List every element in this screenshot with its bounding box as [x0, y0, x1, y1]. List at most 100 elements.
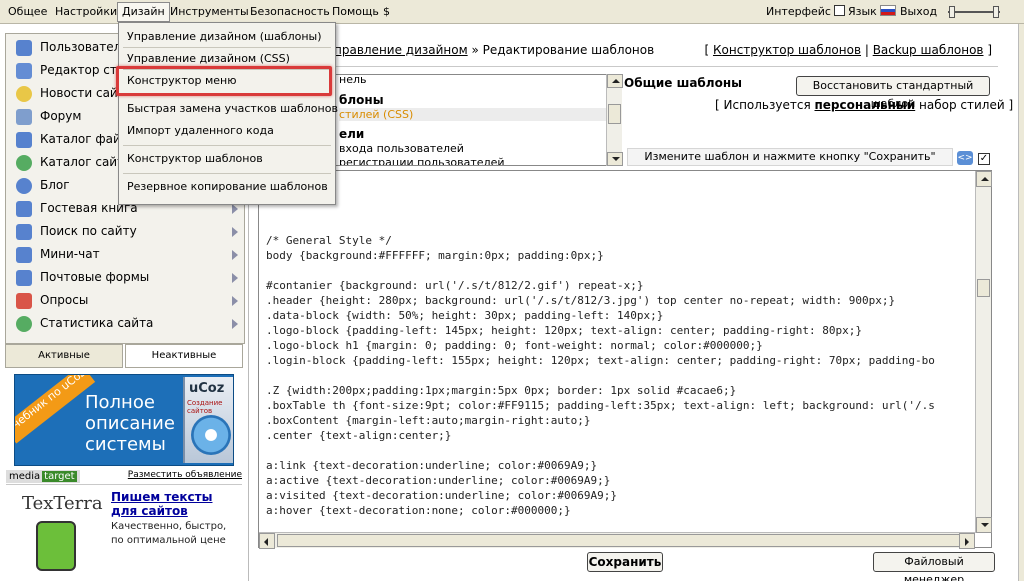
sidebar-item-label: Статистика сайта	[40, 316, 154, 330]
code-line: .header {height: 280px; background: url(…	[266, 294, 896, 307]
chevron-right-icon	[232, 204, 238, 214]
chevron-right-icon	[232, 227, 238, 237]
scroll-thumb[interactable]	[608, 104, 621, 124]
template-list-item[interactable]: входа пользователей	[339, 142, 464, 155]
russian-flag-icon[interactable]	[879, 5, 896, 16]
ad-tag-media: media	[9, 471, 41, 482]
code-line: #contanier {background: url('/.s/t/812/2…	[266, 279, 644, 292]
tab-inactive[interactable]: Неактивные	[125, 344, 243, 368]
menu-settings[interactable]: Настройки	[53, 4, 119, 20]
menu-security[interactable]: Безопасность	[248, 4, 332, 20]
editor-scroll-thumb[interactable]	[977, 279, 990, 297]
menu-general[interactable]: Общее	[6, 4, 49, 20]
code-editor[interactable]: /* General Style */ body {background:#FFF…	[258, 170, 992, 548]
code-line: .logo-block {padding-left: 145px; height…	[266, 324, 863, 337]
template-list-scrollbar[interactable]	[606, 74, 623, 166]
breadcrumb-design-link[interactable]: правление дизайном	[334, 43, 468, 57]
template-list-item[interactable]: ели	[339, 127, 364, 141]
blog-icon	[16, 178, 32, 194]
search-icon	[16, 224, 32, 240]
code-line: .boxContent {margin-left:auto;margin-rig…	[266, 414, 591, 427]
scroll-up-button[interactable]	[607, 74, 623, 88]
ucoz-banner[interactable]: учебник по uCoz Полное описание системы …	[14, 374, 234, 466]
sidebar-item-label: Новости сайт	[40, 86, 125, 100]
texterra-logo[interactable]: TexTerra	[22, 493, 103, 514]
editor-scroll-up-button[interactable]	[976, 171, 992, 187]
menu-separator	[123, 47, 331, 48]
editor-vertical-scrollbar[interactable]	[975, 171, 992, 533]
sidebar-item-chat[interactable]: Мини-чат	[12, 244, 240, 266]
editor-scroll-down-button[interactable]	[976, 517, 992, 533]
sidebar-item-label: Редактор стр	[40, 63, 125, 77]
tab-active[interactable]: Активные	[5, 344, 123, 368]
sidebar-item-label: Каталог файл	[40, 132, 129, 146]
menu-tools[interactable]: Инструменты	[168, 4, 251, 20]
highlight-checkbox[interactable]: ✓	[978, 153, 990, 165]
personal-link[interactable]: персональный	[815, 98, 916, 112]
sidebar-item-label: Мини-чат	[40, 247, 100, 261]
stats-icon	[16, 316, 32, 332]
menu-design[interactable]: Дизайн	[117, 2, 170, 22]
editor-horizontal-scrollbar[interactable]	[259, 532, 975, 549]
sidebar-item-label: Опросы	[40, 293, 89, 307]
template-builder-link[interactable]: Конструктор шаблонов	[713, 43, 861, 57]
file-manager-button[interactable]: Файловый менеджер	[873, 552, 995, 581]
template-list-item[interactable]: регистрации пользователей	[339, 156, 505, 165]
ad-title-link[interactable]: Пишем тексты для сайтов	[111, 490, 241, 518]
sidebar-item-poll[interactable]: Опросы	[12, 290, 240, 312]
code-line: .Z {width:200px;padding:1px;margin:5px 0…	[266, 384, 737, 397]
language-switch[interactable]: Язык	[848, 4, 896, 19]
save-button[interactable]: Сохранить	[587, 552, 663, 572]
banner-ribbon: учебник по uCoz	[15, 375, 96, 444]
sidebar-item-search[interactable]: Поиск по сайту	[12, 221, 240, 243]
chevron-right-icon	[232, 319, 238, 329]
code-text[interactable]: /* General Style */ body {background:#FFF…	[266, 233, 976, 518]
chevron-right-icon	[232, 273, 238, 283]
slider-right-handle[interactable]	[993, 6, 999, 18]
code-line: .login-block {padding-left: 155px; heigh…	[266, 354, 935, 367]
dropdown-item[interactable]: Резервное копирование шаблонов	[127, 179, 328, 195]
dropdown-item[interactable]: Управление дизайном (CSS)	[127, 51, 290, 67]
menu-dollar[interactable]: $	[381, 4, 392, 20]
editor-scroll-left-button[interactable]	[259, 533, 275, 549]
restore-default-button[interactable]: Восстановить стандартный шаблон	[796, 76, 990, 110]
sidebar-tabs: Активные Неактивные	[5, 344, 245, 368]
backup-templates-link[interactable]: Backup шаблонов	[873, 43, 984, 57]
dropdown-item[interactable]: Импорт удаленного кода	[127, 123, 274, 139]
dropdown-item[interactable]: Конструктор шаблонов	[127, 151, 263, 167]
template-list-item[interactable]: стилей (CSS)	[339, 108, 611, 121]
interface-checkbox[interactable]	[833, 5, 845, 16]
book-title: uCoz	[189, 381, 225, 396]
template-list-item[interactable]: нель	[339, 75, 366, 86]
slider-left-handle[interactable]	[949, 6, 955, 18]
dropdown-item[interactable]: Быстрая замена участков шаблонов	[127, 101, 338, 117]
logout-link[interactable]: Выход	[900, 4, 937, 19]
file-catalog-icon	[16, 132, 32, 148]
template-list-item[interactable]: блоны	[339, 93, 384, 107]
code-line: .center {text-align:center;}	[266, 429, 452, 442]
arrow-down-icon	[981, 523, 989, 527]
dropdown-item[interactable]: Управление дизайном (шаблоны)	[127, 29, 322, 45]
common-templates-title: Общие шаблоны	[624, 76, 742, 90]
width-slider[interactable]	[948, 6, 1000, 18]
media-target-tag: media target	[6, 470, 80, 483]
menu-help[interactable]: Помощь	[330, 4, 381, 20]
sidebar-item-stats[interactable]: Статистика сайта	[12, 313, 240, 335]
top-menu-bar: Общее Настройки Дизайн Инструменты Безоп…	[0, 0, 1024, 24]
ad-description: Качественно, быстро, по оптимальной цене	[111, 521, 227, 546]
editor-scroll-right-button[interactable]	[959, 533, 975, 549]
book-icon	[16, 201, 32, 217]
place-ad-link[interactable]: Разместить объявление	[128, 470, 242, 480]
code-toggle-icon[interactable]: <>	[957, 151, 973, 165]
scroll-down-button[interactable]	[607, 152, 623, 166]
banner-text: Полное описание системы	[85, 392, 175, 455]
editor-hscroll-thumb[interactable]	[277, 534, 967, 547]
breadcrumb-current: Редактирование шаблонов	[482, 43, 655, 57]
uses-prefix: [ Используется	[715, 98, 815, 112]
interface-toggle[interactable]: Интерфейс	[766, 4, 845, 19]
sidebar-item-mail[interactable]: Почтовые формы	[12, 267, 240, 289]
arrow-right-icon	[965, 538, 969, 546]
arrow-down-icon	[612, 157, 620, 161]
